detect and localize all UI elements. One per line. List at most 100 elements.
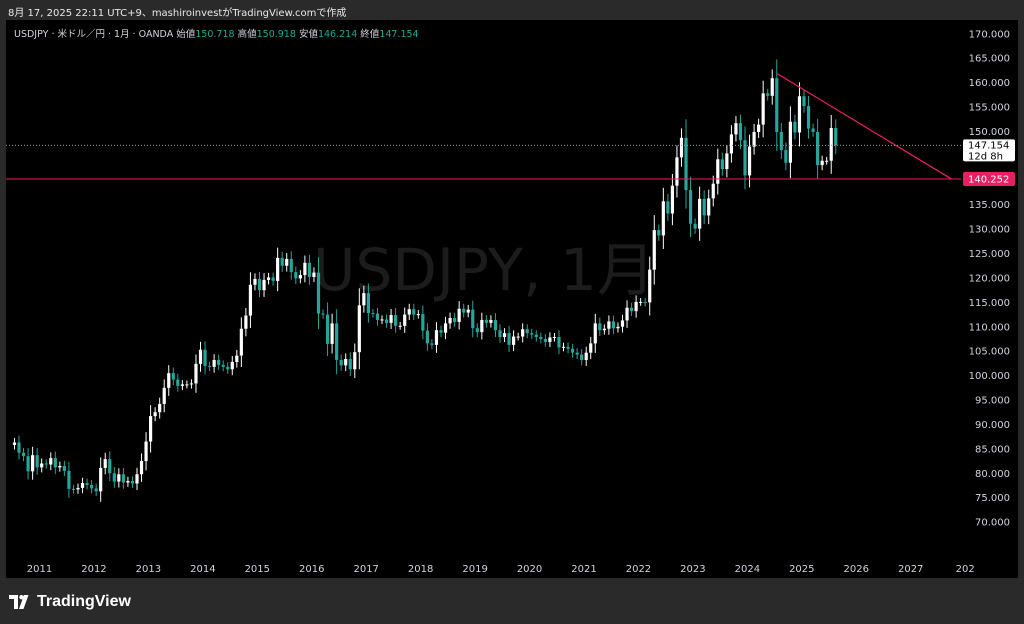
candle-body <box>167 373 171 388</box>
candle-body <box>829 128 833 161</box>
candle-body <box>766 93 770 96</box>
candle-body <box>330 323 334 344</box>
candle-body <box>507 333 511 345</box>
candle-body <box>639 301 643 303</box>
candle-body <box>398 325 402 327</box>
candle-body <box>806 106 811 129</box>
candle-body <box>439 330 443 333</box>
candle-body <box>316 272 321 314</box>
candle-body <box>230 361 234 370</box>
candle-body <box>752 131 756 147</box>
candle-body <box>557 337 561 348</box>
x-tick-label: 2015 <box>245 564 270 575</box>
candle-body <box>539 337 543 339</box>
candle-body <box>629 307 634 312</box>
last-price-value: 147.154 <box>968 140 1009 151</box>
candle-body <box>747 146 752 176</box>
candle-body <box>816 131 820 166</box>
candle-body <box>375 313 380 320</box>
candle-body <box>117 474 121 482</box>
candle-body <box>344 359 348 366</box>
y-tick-label: 70.000 <box>975 518 1010 529</box>
candle-body <box>652 230 656 270</box>
candle-body <box>425 330 429 344</box>
candle-body <box>530 333 534 335</box>
candle-body <box>811 128 815 132</box>
candle-body <box>348 359 352 370</box>
candle-body <box>239 328 243 356</box>
candle-body <box>489 319 493 323</box>
candle-body <box>276 257 280 281</box>
candle-body <box>757 124 761 132</box>
candle-body <box>493 319 498 331</box>
candle-body <box>235 355 239 362</box>
candle-body <box>643 301 647 303</box>
candle-body <box>112 473 116 482</box>
candle-body <box>611 321 616 329</box>
candle-body <box>761 93 765 125</box>
x-tick-label: 2021 <box>571 564 596 575</box>
candle-body <box>616 326 620 329</box>
candle-body <box>602 328 606 331</box>
candle-body <box>90 484 94 489</box>
level-price-value: 140.252 <box>968 175 1009 186</box>
candle-body <box>44 463 48 465</box>
high-value: 150.918 <box>256 29 296 40</box>
candle-body <box>498 330 502 338</box>
candle-body <box>784 150 788 163</box>
high-label: 高値 <box>237 29 257 40</box>
candle-body <box>666 201 670 214</box>
x-tick-label: 2020 <box>517 564 542 575</box>
candle-body <box>362 293 366 306</box>
candle-body <box>180 384 184 386</box>
candle-body <box>702 198 706 216</box>
candle-body <box>797 96 802 133</box>
candle-body <box>548 337 552 342</box>
candle-body <box>221 364 225 367</box>
candle-body <box>262 279 266 291</box>
candle-body <box>770 78 774 96</box>
candle-body <box>121 474 125 483</box>
candle-body <box>570 348 575 353</box>
candle-body <box>779 131 783 151</box>
candle-body <box>244 315 248 329</box>
candle-body <box>325 314 330 344</box>
price-chart[interactable]: USDJPY, 1月70.00075.00080.00085.00090.000… <box>6 20 1018 578</box>
chart-panel[interactable]: USDJPY, 1月 70.000 75.000 80.000 85.000 90.000… <box>6 20 1018 578</box>
candle-body <box>357 305 361 353</box>
x-tick-label: 2018 <box>408 564 433 575</box>
tradingview-logo[interactable]: TradingView <box>9 593 131 611</box>
candle-body <box>688 190 693 224</box>
candle-body <box>725 153 729 170</box>
candle-body <box>21 452 26 457</box>
y-tick-label: 105.000 <box>969 347 1010 358</box>
candle-body <box>71 488 76 490</box>
candle-body <box>534 334 538 338</box>
candle-body <box>566 346 570 349</box>
y-tick-label: 125.000 <box>969 249 1010 260</box>
candle-body <box>575 352 579 355</box>
candle-body <box>94 488 98 492</box>
x-tick-label: 2022 <box>626 564 651 575</box>
candle-body <box>99 467 103 492</box>
candle-body <box>108 459 112 474</box>
candle-body <box>711 183 715 199</box>
candle-body <box>502 333 507 338</box>
candle-body <box>257 278 262 291</box>
candle-body <box>394 315 398 326</box>
candle-body <box>802 96 806 107</box>
candle-body <box>298 275 302 279</box>
candle-body <box>430 343 434 345</box>
candle-body <box>194 363 198 384</box>
candle-body <box>598 323 602 331</box>
candle-body <box>130 481 135 484</box>
candle-body <box>403 314 407 326</box>
candle-body <box>543 338 547 342</box>
y-tick-label: 130.000 <box>969 225 1010 236</box>
candle-body <box>679 137 684 158</box>
candle-body <box>434 330 439 345</box>
candle-body <box>593 323 597 344</box>
candle-body <box>271 277 275 281</box>
candle-body <box>339 359 343 366</box>
candle-body <box>207 365 212 367</box>
